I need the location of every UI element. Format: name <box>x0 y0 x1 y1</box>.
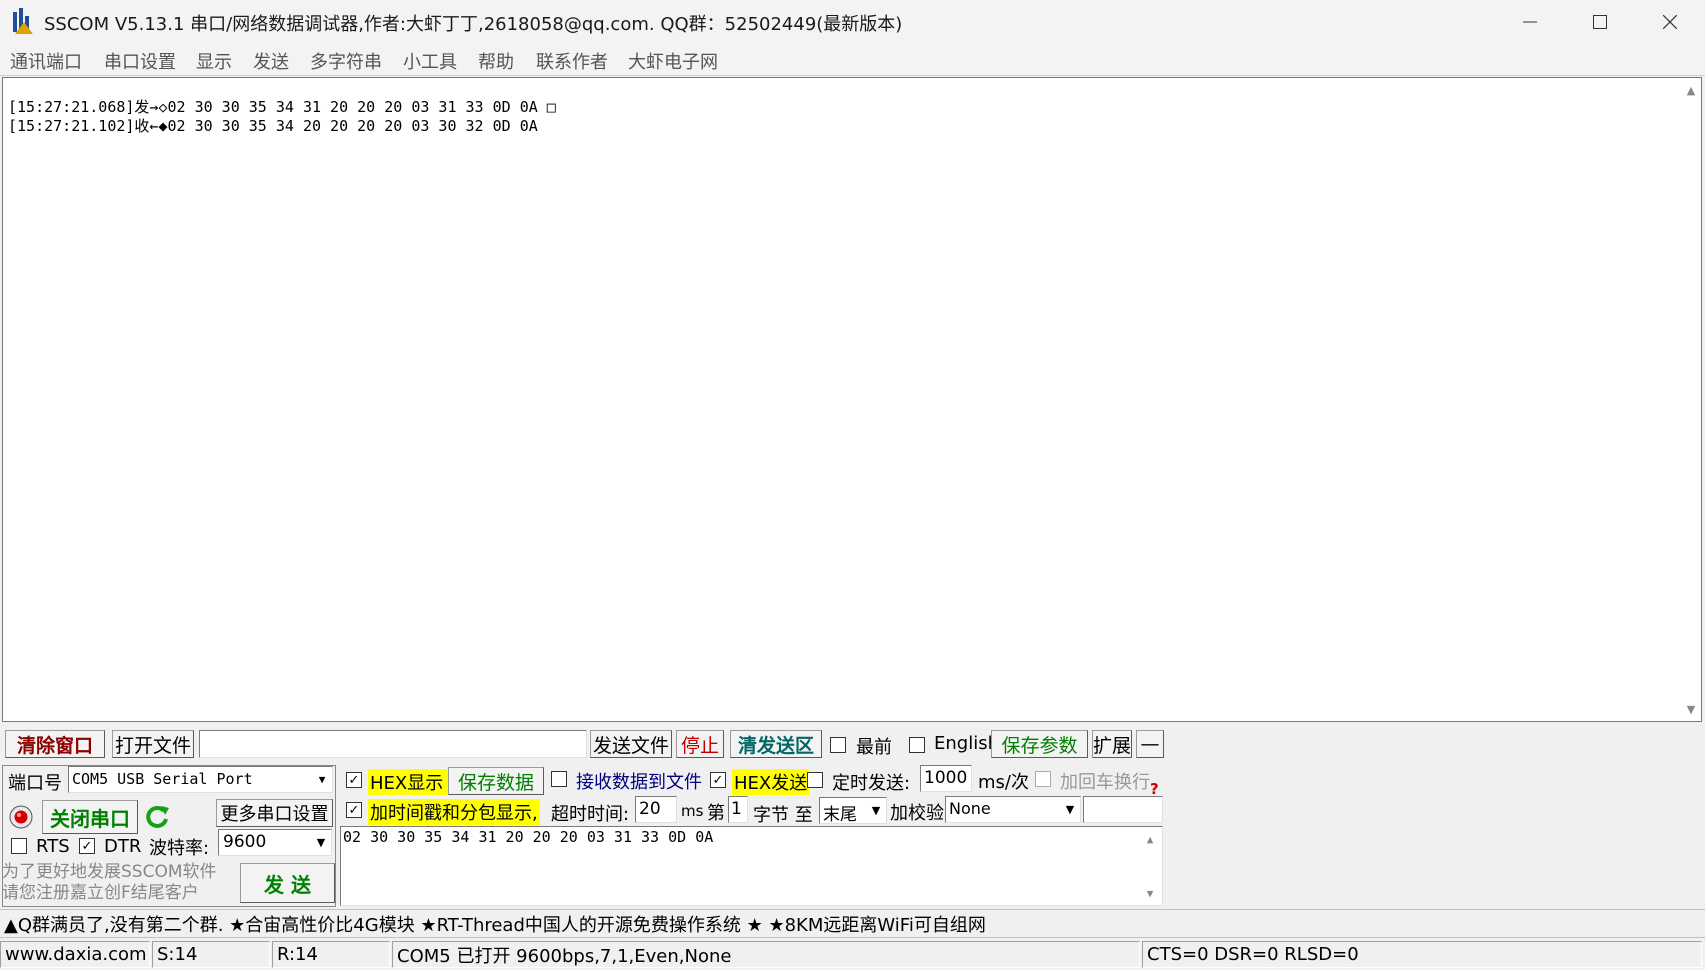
output-scrollbar[interactable]: ▲ ▼ <box>1681 78 1701 721</box>
log-line-sent: [15:27:21.068]发→◇02 30 30 35 34 31 20 20… <box>8 98 556 116</box>
chevron-down-icon[interactable]: ▼ <box>312 767 332 792</box>
timeout-unit-label: ms <box>681 802 704 820</box>
port-label: 端口号 <box>8 773 62 794</box>
receive-log: [15:27:21.068]发→◇02 30 30 35 34 31 20 20… <box>8 98 556 136</box>
timestamp-label: 加时间戳和分包显示, <box>368 799 540 825</box>
port-select[interactable]: COM5 USB Serial Port ▼ <box>68 766 333 793</box>
file-path-input[interactable] <box>199 730 587 758</box>
crlf-checkbox[interactable] <box>1035 771 1051 787</box>
timed-send-checkbox[interactable] <box>807 772 823 788</box>
save-data-button[interactable]: 保存数据 <box>448 767 544 795</box>
expand-button[interactable]: 扩展 <box>1092 730 1132 758</box>
scroll-down-icon[interactable]: ▼ <box>1681 699 1701 719</box>
recv-to-file-checkbox[interactable] <box>551 771 567 787</box>
collapse-button[interactable]: — <box>1136 730 1164 758</box>
close-port-button[interactable]: 关闭串口 <box>42 800 138 834</box>
status-sent-count: S:14 <box>152 941 270 968</box>
sscom-app-icon <box>12 8 36 36</box>
maximize-icon <box>1593 15 1607 29</box>
timed-send-label: 定时发送: <box>832 773 911 794</box>
topmost-checkbox[interactable] <box>830 737 846 753</box>
hex-send-label: HEX发送 <box>732 769 810 795</box>
baud-select[interactable]: 9600 ▼ <box>218 829 332 856</box>
receive-output-area[interactable]: [15:27:21.068]发→◇02 30 30 35 34 31 20 20… <box>2 77 1702 722</box>
topmost-label: 最前 <box>856 737 892 758</box>
promo-line-2: 请您注册嘉立创F结尾客户 <box>2 883 199 903</box>
dtr-checkbox[interactable]: ✓ <box>79 838 95 854</box>
byte-suffix-label: 字节 至 <box>753 805 813 826</box>
stop-button[interactable]: 停止 <box>676 730 724 758</box>
timestamp-checkbox[interactable]: ✓ <box>346 802 362 818</box>
status-site[interactable]: www.daxia.com <box>0 941 150 968</box>
menu-send[interactable]: 发送 <box>253 48 289 74</box>
menu-display[interactable]: 显示 <box>196 48 232 74</box>
baud-label: 波特率: <box>149 838 210 859</box>
timed-interval-input[interactable]: 1000 <box>920 765 972 792</box>
checksum-label: 加校验 <box>890 803 944 824</box>
close-button[interactable] <box>1635 0 1705 44</box>
send-file-button[interactable]: 发送文件 <box>590 730 672 758</box>
close-icon <box>1663 15 1677 29</box>
refresh-icon[interactable] <box>142 802 172 832</box>
english-label: English <box>934 733 999 754</box>
minimize-icon <box>1523 21 1537 23</box>
open-file-button[interactable]: 打开文件 <box>112 730 194 758</box>
hex-display-label: HEX显示 <box>368 769 454 795</box>
log-line-received: [15:27:21.102]收←◆02 30 30 35 34 20 20 20… <box>8 117 538 135</box>
more-port-settings-button[interactable]: 更多串口设置 <box>216 799 333 827</box>
menu-port-settings[interactable]: 串口设置 <box>104 48 176 74</box>
menu-contact-author[interactable]: 联系作者 <box>536 48 608 74</box>
byte-to-value: 末尾 <box>823 805 857 825</box>
promo-line-1: 为了更好地发展SSCOM软件 <box>2 862 217 882</box>
recv-to-file-label: 接收数据到文件 <box>576 772 702 793</box>
menu-comm-port[interactable]: 通讯端口 <box>10 48 82 74</box>
menu-help[interactable]: 帮助 <box>478 48 514 74</box>
dtr-label: DTR <box>104 836 142 857</box>
timed-unit-label: ms/次 <box>978 772 1029 793</box>
register-promo[interactable]: 为了更好地发展SSCOM软件 请您注册嘉立创F结尾客户 <box>2 862 217 904</box>
chevron-down-icon[interactable]: ▼ <box>311 830 331 855</box>
checksum-value: None <box>949 799 991 818</box>
status-line-signals: CTS=0 DSR=0 RLSD=0 <box>1142 941 1702 968</box>
clear-send-button[interactable]: 清发送区 <box>730 730 822 758</box>
timeout-label: 超时时间: <box>551 804 630 825</box>
port-select-value: COM5 USB Serial Port <box>72 770 253 788</box>
timeout-input[interactable]: 20 <box>635 796 677 823</box>
checksum-extra-input[interactable] <box>1083 796 1163 823</box>
send-data-textarea[interactable]: 02 30 30 35 34 31 20 20 20 03 31 33 0D 0… <box>340 826 1163 906</box>
ticker-text[interactable]: ▲Q群满员了,没有第二个群. ★合宙高性价比4G模块 ★RT-Thread中国人… <box>4 911 986 937</box>
window-title: SSCOM V5.13.1 串口/网络数据调试器,作者:大虾丁丁,2618058… <box>44 14 903 35</box>
save-params-button[interactable]: 保存参数 <box>991 730 1088 758</box>
menu-daxia-site[interactable]: 大虾电子网 <box>628 48 718 74</box>
english-checkbox[interactable] <box>909 737 925 753</box>
send-box-scrollbar[interactable]: ▲ ▼ <box>1140 827 1162 905</box>
rts-checkbox[interactable] <box>11 838 27 854</box>
maximize-button[interactable] <box>1565 0 1635 44</box>
minimize-button[interactable] <box>1495 0 1565 44</box>
hex-send-checkbox[interactable]: ✓ <box>710 772 726 788</box>
clear-window-button[interactable]: 清除窗口 <box>5 730 105 758</box>
crlf-label: 加回车换行 <box>1060 772 1150 793</box>
byte-prefix-label: 第 <box>707 803 725 824</box>
send-data-value: 02 30 30 35 34 31 20 20 20 03 31 33 0D 0… <box>343 828 714 846</box>
scroll-down-icon[interactable]: ▼ <box>1140 883 1160 903</box>
scroll-up-icon[interactable]: ▲ <box>1681 80 1701 100</box>
port-status-led-icon <box>8 804 34 830</box>
menu-multi-string[interactable]: 多字符串 <box>310 48 382 74</box>
status-recv-count: R:14 <box>272 941 390 968</box>
rts-label: RTS <box>36 836 70 857</box>
baud-select-value: 9600 <box>223 832 267 852</box>
menu-tools[interactable]: 小工具 <box>403 48 457 74</box>
status-port-state: COM5 已打开 9600bps,7,1,Even,None <box>392 941 1140 968</box>
byte-from-input[interactable]: 1 <box>728 796 748 823</box>
send-button[interactable]: 发 送 <box>240 863 335 903</box>
scroll-up-icon[interactable]: ▲ <box>1140 829 1160 849</box>
checksum-select[interactable]: None ▼ <box>945 796 1081 823</box>
chevron-down-icon[interactable]: ▼ <box>1060 797 1080 822</box>
chevron-down-icon[interactable]: ▼ <box>866 798 886 823</box>
hex-display-checkbox[interactable]: ✓ <box>346 772 362 788</box>
byte-to-select[interactable]: 末尾 ▼ <box>819 797 887 825</box>
